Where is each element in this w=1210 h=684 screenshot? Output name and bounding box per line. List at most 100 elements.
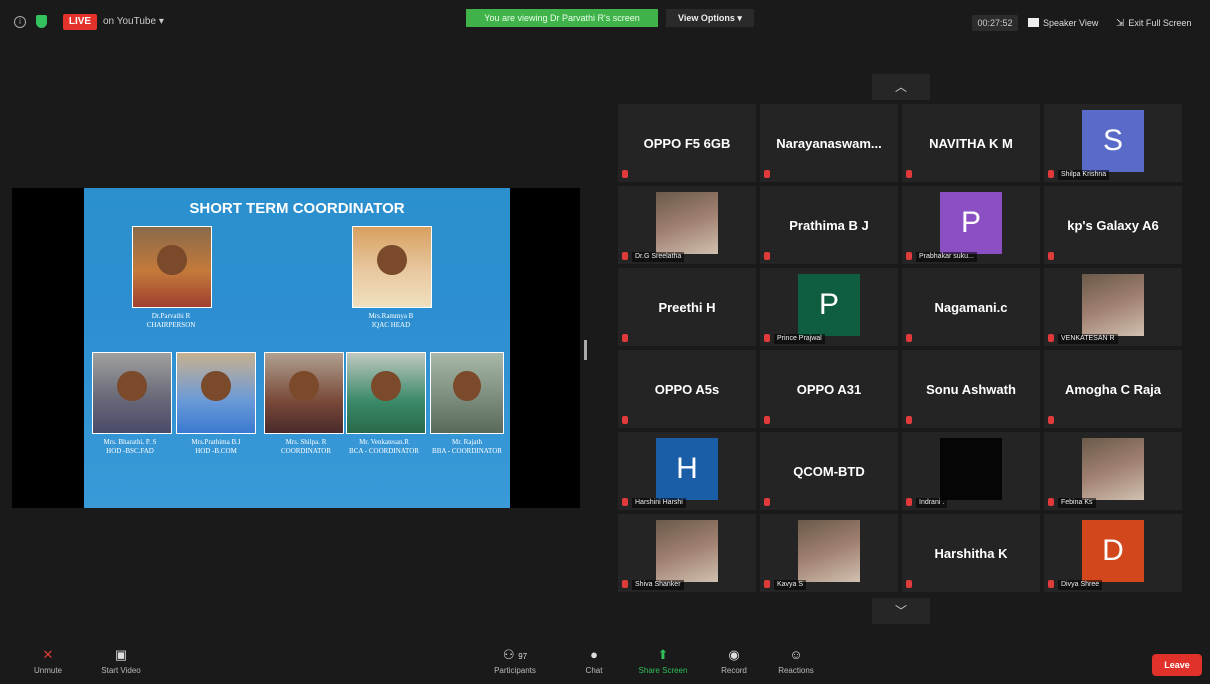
participant-avatar: P bbox=[940, 192, 1002, 254]
on-youtube-label: on YouTube bbox=[103, 16, 157, 27]
participant-tile[interactable]: H Harshini Harshi bbox=[618, 432, 756, 510]
top-bar: i LIVE on YouTube ▾ You are viewing Dr P… bbox=[0, 0, 1210, 40]
reactions-button[interactable]: ☺ Reactions bbox=[768, 642, 824, 684]
participant-label: Shiva Shanker bbox=[632, 580, 684, 590]
participant-tile[interactable]: Preethi H bbox=[618, 268, 756, 346]
participant-name: OPPO A5s bbox=[654, 381, 720, 397]
video-off-icon: ▣ bbox=[114, 647, 128, 662]
participant-tile[interactable]: D Divya Shree bbox=[1044, 514, 1182, 592]
on-youtube-dropdown[interactable]: on YouTube ▾ bbox=[103, 14, 164, 30]
shield-icon[interactable] bbox=[36, 15, 47, 28]
live-badge[interactable]: LIVE bbox=[63, 14, 97, 30]
speaker-view-label: Speaker View bbox=[1043, 18, 1099, 28]
participant-photo bbox=[798, 520, 860, 582]
participant-tile[interactable]: QCOM-BTD bbox=[760, 432, 898, 510]
participant-tile[interactable]: Amogha C Raja bbox=[1044, 350, 1182, 428]
splitter-handle[interactable] bbox=[584, 340, 587, 360]
speaker-view-button[interactable]: Speaker View bbox=[1028, 14, 1108, 32]
speaker-view-icon bbox=[1028, 18, 1039, 27]
mic-muted-icon bbox=[1048, 334, 1054, 342]
chevron-down-icon: ﹀ bbox=[894, 604, 907, 618]
participant-photo bbox=[1082, 274, 1144, 336]
view-options-button[interactable]: View Options ▾ bbox=[666, 9, 754, 27]
unmute-button[interactable]: ✕ Unmute bbox=[18, 642, 78, 684]
slide-title: SHORT TERM COORDINATOR bbox=[189, 200, 405, 217]
participant-tile[interactable]: Sonu Ashwath bbox=[902, 350, 1040, 428]
participant-tile[interactable]: Prathima B J bbox=[760, 186, 898, 264]
chat-label: Chat bbox=[585, 666, 603, 675]
share-screen-button[interactable]: ⬆ Share Screen bbox=[628, 642, 698, 684]
exit-fullscreen-button[interactable]: ⇲ Exit Full Screen bbox=[1116, 14, 1206, 32]
chevron-up-icon: ︿ bbox=[894, 80, 907, 94]
mic-muted-icon bbox=[764, 252, 770, 260]
share-screen-label: Share Screen bbox=[638, 666, 688, 675]
participant-tile[interactable]: Narayanaswam... bbox=[760, 104, 898, 182]
participant-label: Indrani . bbox=[916, 498, 948, 508]
participant-label: VENKATESAN R bbox=[1058, 334, 1118, 344]
mic-muted-icon bbox=[1048, 416, 1054, 424]
participant-name: NAVITHA K M bbox=[929, 135, 1013, 151]
participant-tile[interactable]: NAVITHA K M bbox=[902, 104, 1040, 182]
record-button[interactable]: ◉ Record bbox=[712, 642, 756, 684]
participant-tile[interactable]: OPPO A31 bbox=[760, 350, 898, 428]
participant-label: Divya Shree bbox=[1058, 580, 1103, 590]
person-photo bbox=[92, 352, 172, 434]
mic-muted-icon bbox=[1048, 170, 1054, 178]
participants-button[interactable]: ⚇ 97 Participants bbox=[480, 642, 550, 684]
person-photo bbox=[430, 352, 504, 434]
mic-muted-icon bbox=[764, 170, 770, 178]
participant-tile[interactable]: OPPO A5s bbox=[618, 350, 756, 428]
person-photo bbox=[176, 352, 256, 434]
participant-tile[interactable]: Kavya S bbox=[760, 514, 898, 592]
mic-muted-icon bbox=[622, 334, 628, 342]
participant-tile[interactable]: OPPO F5 6GB bbox=[618, 104, 756, 182]
start-video-label: Start Video bbox=[101, 666, 141, 675]
participants-count: 97 bbox=[518, 652, 528, 661]
leave-button[interactable]: Leave bbox=[1152, 654, 1202, 676]
participant-avatar: S bbox=[1082, 110, 1144, 172]
meeting-timer: 00:27:52 bbox=[972, 15, 1018, 31]
gallery-page-down-button[interactable]: ﹀ bbox=[872, 598, 930, 624]
participant-tile[interactable]: P Prince Prajwal bbox=[760, 268, 898, 346]
participant-tile[interactable]: VENKATESAN R bbox=[1044, 268, 1182, 346]
mic-muted-icon bbox=[1048, 580, 1054, 588]
participant-tile[interactable]: Febina Ks bbox=[1044, 432, 1182, 510]
participant-name: OPPO F5 6GB bbox=[643, 135, 731, 151]
person-caption: Mrs. Bharathi. P. S HOD -BSC.FAD bbox=[103, 438, 157, 455]
participant-tile[interactable]: Harshitha K bbox=[902, 514, 1040, 592]
mic-muted-icon bbox=[906, 334, 912, 342]
participant-tile[interactable]: kp's Galaxy A6 bbox=[1044, 186, 1182, 264]
mic-muted-icon: ✕ bbox=[42, 647, 54, 662]
share-screen-icon: ⬆ bbox=[657, 647, 669, 662]
participant-label: Prince Prajwal bbox=[774, 334, 825, 344]
mic-muted-icon bbox=[906, 170, 912, 178]
participant-name: QCOM-BTD bbox=[793, 463, 865, 479]
start-video-button[interactable]: ▣ Start Video bbox=[86, 642, 156, 684]
participant-photo bbox=[656, 192, 718, 254]
participant-tile[interactable]: S Shilpa Krishna bbox=[1044, 104, 1182, 182]
person-caption: Mrs.Rammya B IQAC HEAD bbox=[368, 312, 414, 329]
chat-button[interactable]: ● Chat bbox=[572, 642, 616, 684]
mic-muted-icon bbox=[622, 252, 628, 260]
participant-tile[interactable]: Dr.G Sreelatha bbox=[618, 186, 756, 264]
participant-name: Harshitha K bbox=[934, 545, 1008, 561]
person-photo bbox=[346, 352, 426, 434]
chevron-down-icon: ▾ bbox=[737, 13, 742, 23]
gallery-page-up-button[interactable]: ︿ bbox=[872, 74, 930, 100]
participant-photo bbox=[1082, 438, 1144, 500]
participant-tile[interactable]: P Prabhakar suku... bbox=[902, 186, 1040, 264]
participant-tile[interactable]: Nagamani.c bbox=[902, 268, 1040, 346]
participant-name: Prathima B J bbox=[789, 217, 869, 233]
meeting-controls: ✕ Unmute ▣ Start Video ⚇ 97 Participants ● C… bbox=[0, 642, 1210, 684]
participant-name: kp's Galaxy A6 bbox=[1067, 217, 1159, 233]
exit-fullscreen-label: Exit Full Screen bbox=[1128, 18, 1192, 28]
person-caption: Dr.Parvathi R CHAIRPERSON bbox=[146, 312, 196, 329]
participant-tile[interactable]: Shiva Shanker bbox=[618, 514, 756, 592]
info-icon[interactable]: i bbox=[14, 16, 26, 28]
mic-muted-icon bbox=[906, 580, 912, 588]
view-options-label: View Options bbox=[678, 13, 735, 23]
participant-name: Amogha C Raja bbox=[1064, 381, 1162, 397]
chat-icon: ● bbox=[590, 647, 598, 662]
mic-muted-icon bbox=[764, 334, 770, 342]
participant-tile[interactable]: Indrani . bbox=[902, 432, 1040, 510]
